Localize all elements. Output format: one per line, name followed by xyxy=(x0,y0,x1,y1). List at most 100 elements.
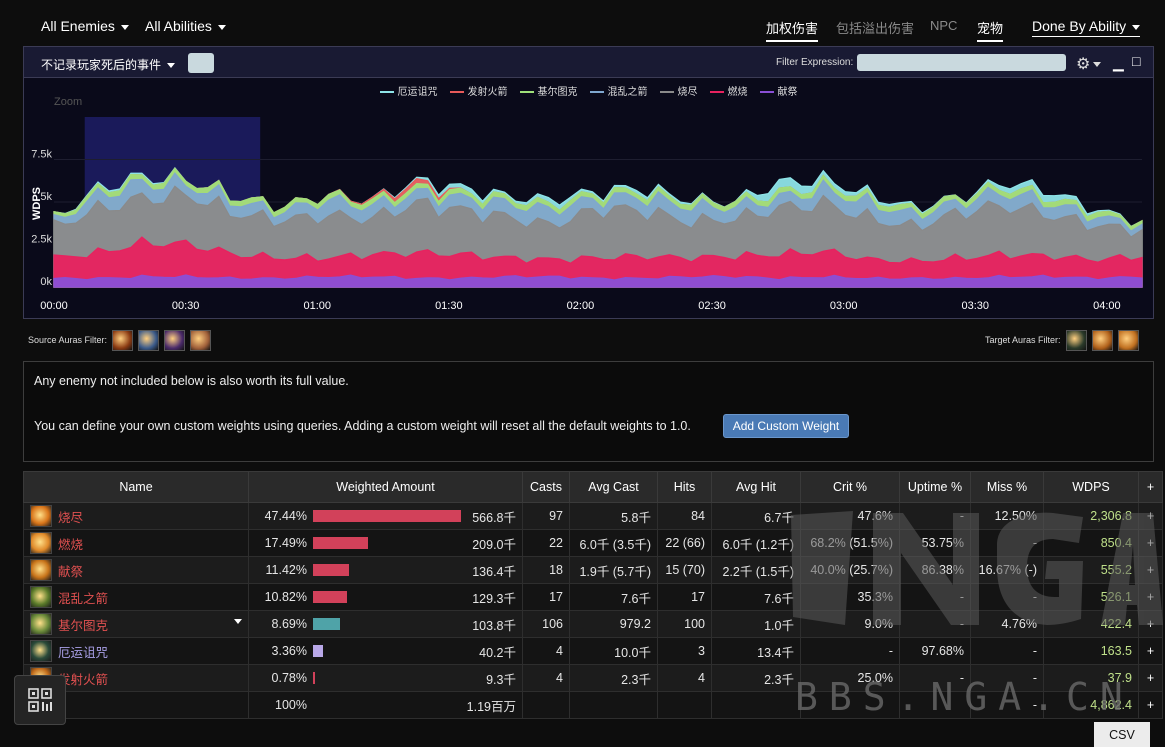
total-wdps-cell: 4,862.4 xyxy=(1043,691,1139,719)
amount-bar-track xyxy=(313,564,461,576)
maximize-icon[interactable]: □ xyxy=(1132,53,1140,69)
avg-hit-cell: 6.7千 xyxy=(711,502,801,530)
death-filter-dropdown[interactable]: 不记录玩家死后的事件 xyxy=(41,56,176,73)
table-row[interactable]: 烧尽 47.44% 566.8千 97 5.8千 84 6.7千 47.6% -12.50% 2,… xyxy=(23,502,1163,530)
ability-name-cell[interactable]: 燃烧 xyxy=(23,529,249,557)
avg-cast-cell: 1.9千 (5.7千) xyxy=(569,556,658,584)
abilities-dropdown[interactable]: All Abilities xyxy=(145,18,226,34)
ability-name[interactable]: 基尔图克 xyxy=(58,615,108,634)
table-row[interactable]: 燃烧 17.49% 209.0千 22 6.0千 (3.5千) 22 (66) 6.0千 (… xyxy=(23,529,1163,557)
column-header[interactable]: Crit % xyxy=(800,471,900,503)
view-dropdown[interactable]: Done By Ability xyxy=(1032,18,1141,37)
row-add-button[interactable]: + xyxy=(1138,583,1163,611)
wdps-cell: 555.2 xyxy=(1043,556,1139,584)
column-header[interactable]: Weighted Amount xyxy=(248,471,523,503)
row-add-button[interactable]: + xyxy=(1138,502,1163,530)
uptime-cell: - xyxy=(899,610,971,638)
casts-cell: 97 xyxy=(522,502,570,530)
tab-weighted-damage[interactable]: 加权伤害 xyxy=(766,18,819,42)
expand-chevron-icon[interactable] xyxy=(234,619,242,624)
qr-code-icon[interactable] xyxy=(14,675,66,725)
percent-value: 11.42% xyxy=(265,563,307,577)
table-row[interactable]: 混乱之箭 10.82% 129.3千 17 7.6千 17 7.6千 35.3% - -526.1… xyxy=(23,583,1163,611)
x-tick-label: 03:30 xyxy=(962,300,990,312)
amount-value: 40.2千 xyxy=(479,645,516,660)
row-add-button[interactable]: + xyxy=(1138,637,1163,665)
miss-cell: - xyxy=(970,529,1044,557)
x-tick-label: 04:00 xyxy=(1093,300,1121,312)
miss-cell: - xyxy=(970,583,1044,611)
filter-expression-input[interactable] xyxy=(857,54,1066,71)
source-aura-2-icon[interactable] xyxy=(138,330,160,351)
target-aura-2-icon[interactable] xyxy=(1091,330,1113,351)
wdps-area-chart[interactable]: 0k2.5k5k7.5kZoomWDPS00:00 00:30 01:00 01:30… xyxy=(24,77,1153,317)
target-aura-3-icon[interactable] xyxy=(1117,330,1139,351)
miss-cell: 12.50% xyxy=(970,502,1044,530)
enemies-dropdown[interactable]: All Enemies xyxy=(41,18,129,34)
csv-button[interactable]: CSV xyxy=(1094,722,1150,747)
column-header[interactable]: Miss % xyxy=(970,471,1044,503)
table-row[interactable]: 厄运诅咒 3.36% 40.2千 4 10.0千 3 13.4千 -97.68% -163.5 + xyxy=(23,637,1163,665)
gear-icon[interactable]: ⚙ xyxy=(1076,54,1102,74)
ability-name-cell[interactable]: 基尔图克 xyxy=(23,610,249,638)
tab-pets[interactable]: 宠物 xyxy=(977,18,1004,42)
ability-name-cell[interactable]: 烧尽 xyxy=(23,502,249,530)
column-header[interactable]: Uptime % xyxy=(899,471,971,503)
column-header[interactable]: Name xyxy=(23,471,249,503)
miss-cell: 16.67% (-) xyxy=(970,556,1044,584)
uptime-cell: - xyxy=(899,502,971,530)
column-header[interactable]: WDPS xyxy=(1043,471,1139,503)
hits-cell: 84 xyxy=(657,502,712,530)
miss-cell: - xyxy=(970,664,1044,692)
avg-hit-cell: 2.3千 xyxy=(711,664,801,692)
row-add-button[interactable]: + xyxy=(1138,610,1163,638)
crit-cell: 25.0% xyxy=(800,664,900,692)
ability-name-cell[interactable]: 厄运诅咒 xyxy=(23,637,249,665)
tab-include-overkill[interactable]: 包括溢出伤害 xyxy=(836,18,914,37)
source-aura-3-icon[interactable] xyxy=(164,330,186,351)
graph-panel: 不记录玩家死后的事件 Filter Expression: ⚙ ▁ □ 厄运诅咒… xyxy=(23,46,1154,319)
ability-name-cell[interactable]: 献祭 xyxy=(23,556,249,584)
row-add-button[interactable]: + xyxy=(1138,556,1163,584)
total-add-button[interactable]: + xyxy=(1138,691,1163,719)
table-row[interactable]: 献祭 11.42% 136.4千 18 1.9千 (5.7千) 15 (70) 2.2千 (… xyxy=(23,556,1163,584)
ability-name[interactable]: 烧尽 xyxy=(58,507,83,526)
column-header[interactable]: Avg Hit xyxy=(711,471,801,503)
table-row[interactable]: 发射火箭 0.78% 9.3千 4 2.3千 4 2.3千 25.0% - -37.9 + xyxy=(23,664,1163,692)
total-avg-cast-cell xyxy=(569,691,658,719)
ability-name-cell[interactable]: 混乱之箭 xyxy=(23,583,249,611)
weighted-amount-cell: 11.42% 136.4千 xyxy=(248,556,523,584)
hits-cell: 17 xyxy=(657,583,712,611)
ability-name[interactable]: 燃烧 xyxy=(58,534,83,553)
source-aura-1-icon[interactable] xyxy=(112,330,134,351)
chevron-down-icon xyxy=(167,63,176,69)
casts-cell: 18 xyxy=(522,556,570,584)
view-label: Done By Ability xyxy=(1032,18,1127,34)
amount-bar-track xyxy=(313,510,461,522)
source-aura-4-icon[interactable] xyxy=(190,330,212,351)
death-filter-label: 不记录玩家死后的事件 xyxy=(41,58,162,72)
column-header[interactable]: Casts xyxy=(522,471,570,503)
amount-bar-track xyxy=(313,537,461,549)
column-header[interactable]: Avg Cast xyxy=(569,471,658,503)
ability-name[interactable]: 厄运诅咒 xyxy=(58,642,108,661)
toggle-box[interactable] xyxy=(188,53,214,73)
row-add-button[interactable]: + xyxy=(1138,529,1163,557)
add-custom-weight-button[interactable]: Add Custom Weight xyxy=(723,414,849,438)
target-aura-1-icon[interactable] xyxy=(1065,330,1087,351)
column-header[interactable]: Hits xyxy=(657,471,712,503)
chevron-down-icon xyxy=(1132,24,1141,30)
amount-value: 566.8千 xyxy=(472,510,516,525)
weighted-amount-cell: 17.49% 209.0千 xyxy=(248,529,523,557)
avg-cast-cell: 5.8千 xyxy=(569,502,658,530)
table-row[interactable]: 基尔图克 8.69% 103.8千 106 979.2 100 1.0千 9.0% -4.76%… xyxy=(23,610,1163,638)
crit-cell: 40.0% (25.7%) xyxy=(800,556,900,584)
ability-name[interactable]: 献祭 xyxy=(58,561,83,580)
avg-hit-cell: 6.0千 (1.2千) xyxy=(711,529,801,557)
row-add-button[interactable]: + xyxy=(1138,664,1163,692)
ability-name[interactable]: 混乱之箭 xyxy=(58,588,108,607)
minimize-icon[interactable]: ▁ xyxy=(1113,55,1124,72)
uptime-cell: 86.38% xyxy=(899,556,971,584)
column-header[interactable]: + xyxy=(1138,471,1163,503)
tab-npc[interactable]: NPC xyxy=(930,18,957,33)
